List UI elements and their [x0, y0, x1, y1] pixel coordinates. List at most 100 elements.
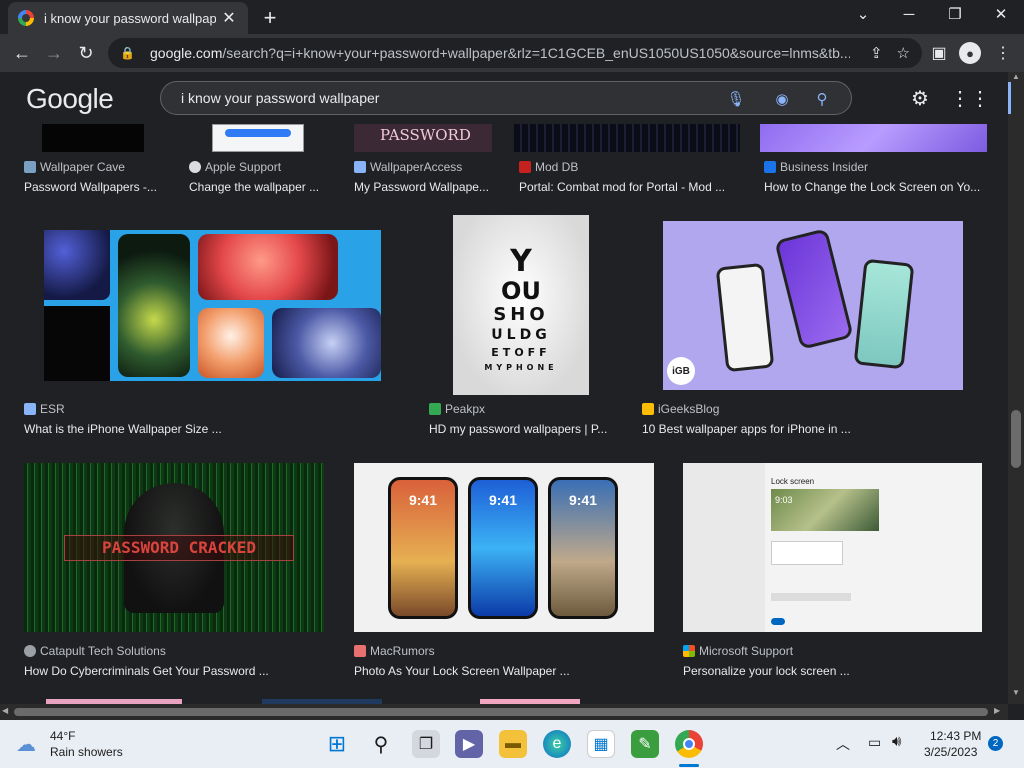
teams-chat-icon[interactable]: ▶ [455, 730, 483, 758]
windows-start-icon[interactable]: ⊞ [323, 730, 351, 758]
thumb-business-insider[interactable] [760, 124, 987, 152]
password-cracked-text: PASSWORD CRACKED [64, 535, 294, 561]
result-title[interactable]: Password Wallpapers -... [24, 180, 174, 194]
apps-grid-icon[interactable]: ⋮⋮ [950, 84, 990, 112]
thumb-esr-iphone-wallpapers[interactable] [44, 230, 381, 381]
google-header: Google i know your password wallpaper 🎙 … [0, 72, 1008, 124]
weather-temperature[interactable]: 44°F [50, 729, 75, 743]
notification-badge[interactable]: 2 [988, 736, 1003, 751]
clock-date[interactable]: 3/25/2023 [924, 745, 977, 759]
result-title[interactable]: HD my password wallpapers | P... [429, 422, 619, 436]
password-card-text: PASSWORD [380, 126, 471, 144]
result-source[interactable]: Microsoft Support [683, 644, 793, 658]
reload-icon[interactable]: ↻ [70, 37, 102, 69]
eye-chart-line: ETOFF [491, 346, 551, 359]
result-source[interactable]: Mod DB [519, 160, 578, 174]
macrumors-favicon-icon [354, 645, 366, 657]
thumb-wallpaper-access[interactable]: PASSWORD [354, 124, 492, 152]
vertical-scroll-thumb[interactable] [1011, 410, 1021, 468]
thumb-macrumors-lockscreens[interactable]: 9:41 9:41 9:41 [354, 463, 654, 632]
horizontal-scrollbar[interactable]: ◀ ▶ [0, 704, 1008, 720]
search-icon[interactable]: ⚲ [367, 730, 395, 758]
vertical-scrollbar[interactable]: ▲ ▼ [1008, 72, 1024, 704]
profile-button[interactable]: ● [955, 38, 985, 68]
result-title[interactable]: Portal: Combat mod for Portal - Mod ... [519, 180, 749, 194]
weather-description[interactable]: Rain showers [50, 745, 123, 759]
thumb-catapult-hacker[interactable]: PASSWORD CRACKED [24, 463, 324, 632]
result-source[interactable]: Business Insider [764, 160, 868, 174]
result-title[interactable]: What is the iPhone Wallpaper Size ... [24, 422, 324, 436]
chrome-taskbar-icon[interactable] [675, 730, 703, 758]
result-source[interactable]: Apple Support [189, 160, 281, 174]
rain-cloud-icon[interactable]: ☁ [16, 732, 44, 756]
tab-strip: i know your password wallpaper ✕ + ⌄ ─ ❐… [0, 0, 1024, 34]
lens-camera-icon[interactable]: ◉ [771, 88, 793, 110]
scroll-up-icon[interactable]: ▲ [1011, 72, 1021, 82]
active-app-indicator [679, 764, 699, 767]
share-icon[interactable]: ⇪ [870, 44, 883, 62]
result-title[interactable]: My Password Wallpape... [354, 180, 504, 194]
thumb-apple-support[interactable] [212, 124, 304, 152]
edge-browser-icon[interactable]: e [543, 730, 571, 758]
task-view-icon[interactable]: ❐ [412, 730, 440, 758]
igeeks-favicon-icon [642, 403, 654, 415]
microsoft-store-icon[interactable]: ▦ [587, 730, 615, 758]
address-bar[interactable]: 🔒 google.com/search?q=i+know+your+passwo… [108, 38, 922, 68]
result-source[interactable]: ESR [24, 402, 65, 416]
search-query: i know your password wallpaper [181, 90, 380, 106]
clock-time[interactable]: 12:43 PM [930, 729, 981, 743]
result-title[interactable]: 10 Best wallpaper apps for iPhone in ... [642, 422, 972, 436]
search-icon[interactable]: ⚲ [811, 88, 833, 110]
result-title[interactable]: Photo As Your Lock Screen Wallpaper ... [354, 664, 654, 678]
thumb-igeeksblog-phones[interactable]: iGB [663, 221, 963, 390]
scroll-right-icon[interactable]: ▶ [994, 706, 1000, 715]
settings-gear-icon[interactable]: ⚙ [906, 84, 934, 112]
thumb-microsoft-lock-screen[interactable]: Lock screen 9:03 [683, 463, 982, 632]
source-favicon-icon [354, 161, 366, 173]
restore-icon[interactable]: ❐ [932, 4, 978, 26]
minimize-icon[interactable]: ─ [886, 4, 932, 26]
result-title[interactable]: Change the wallpaper ... [189, 180, 339, 194]
result-title[interactable]: How to Change the Lock Screen on Yo... [764, 180, 990, 194]
side-panel-icon[interactable]: ▣ [924, 38, 954, 68]
phone-time: 9:41 [488, 492, 518, 508]
close-tab-icon[interactable]: ✕ [220, 8, 238, 28]
thumb-peakpx-eye-chart[interactable]: Y OU SHO ULDG ETOFF MYPHONE [453, 215, 589, 395]
thumb-wallpaper-cave[interactable] [42, 124, 144, 152]
phone-time: 9:41 [568, 492, 598, 508]
microphone-icon[interactable]: 🎙 [725, 88, 747, 110]
thumb-mod-db[interactable] [514, 124, 740, 152]
apple-logo-icon [189, 161, 201, 173]
result-source[interactable]: WallpaperAccess [354, 160, 462, 174]
horizontal-scroll-thumb[interactable] [14, 708, 988, 716]
modDB-favicon-icon [519, 161, 531, 173]
google-logo[interactable]: Google [26, 83, 114, 115]
search-input[interactable]: i know your password wallpaper 🎙 ◉ ⚲ [160, 81, 852, 115]
eye-chart-line: OU [501, 277, 541, 305]
menu-kebab-icon[interactable]: ⋮ [988, 38, 1018, 68]
close-window-icon[interactable]: ✕ [978, 4, 1024, 26]
file-explorer-icon[interactable]: ▬ [499, 730, 527, 758]
result-source[interactable]: iGeeksBlog [642, 402, 719, 416]
show-hidden-icons-chevron[interactable]: ︿ [836, 734, 850, 754]
volume-icon[interactable]: 🔊︎ [892, 733, 901, 750]
back-icon[interactable]: ← [6, 37, 38, 69]
result-source[interactable]: Catapult Tech Solutions [24, 644, 166, 658]
new-tab-icon[interactable]: + [258, 5, 282, 31]
forward-icon[interactable]: → [38, 37, 70, 69]
result-title[interactable]: Personalize your lock screen ... [683, 664, 983, 678]
result-source[interactable]: MacRumors [354, 644, 435, 658]
tab-search-chevron-icon[interactable]: ⌄ [840, 4, 886, 26]
result-source[interactable]: Peakpx [429, 402, 485, 416]
eye-chart-line: ULDG [491, 327, 551, 343]
phone-time: 9:41 [408, 492, 438, 508]
browser-tab[interactable]: i know your password wallpaper ✕ [8, 2, 248, 34]
scroll-left-icon[interactable]: ◀ [2, 706, 8, 715]
notepad-app-icon[interactable]: ✎ [631, 730, 659, 758]
result-source[interactable]: Wallpaper Cave [24, 160, 125, 174]
result-title[interactable]: How Do Cybercriminals Get Your Password … [24, 664, 324, 678]
scroll-down-icon[interactable]: ▼ [1011, 688, 1021, 698]
network-icon[interactable]: ▭ [868, 734, 881, 751]
bookmark-star-icon[interactable]: ☆ [897, 44, 910, 62]
source-favicon-icon [24, 161, 36, 173]
